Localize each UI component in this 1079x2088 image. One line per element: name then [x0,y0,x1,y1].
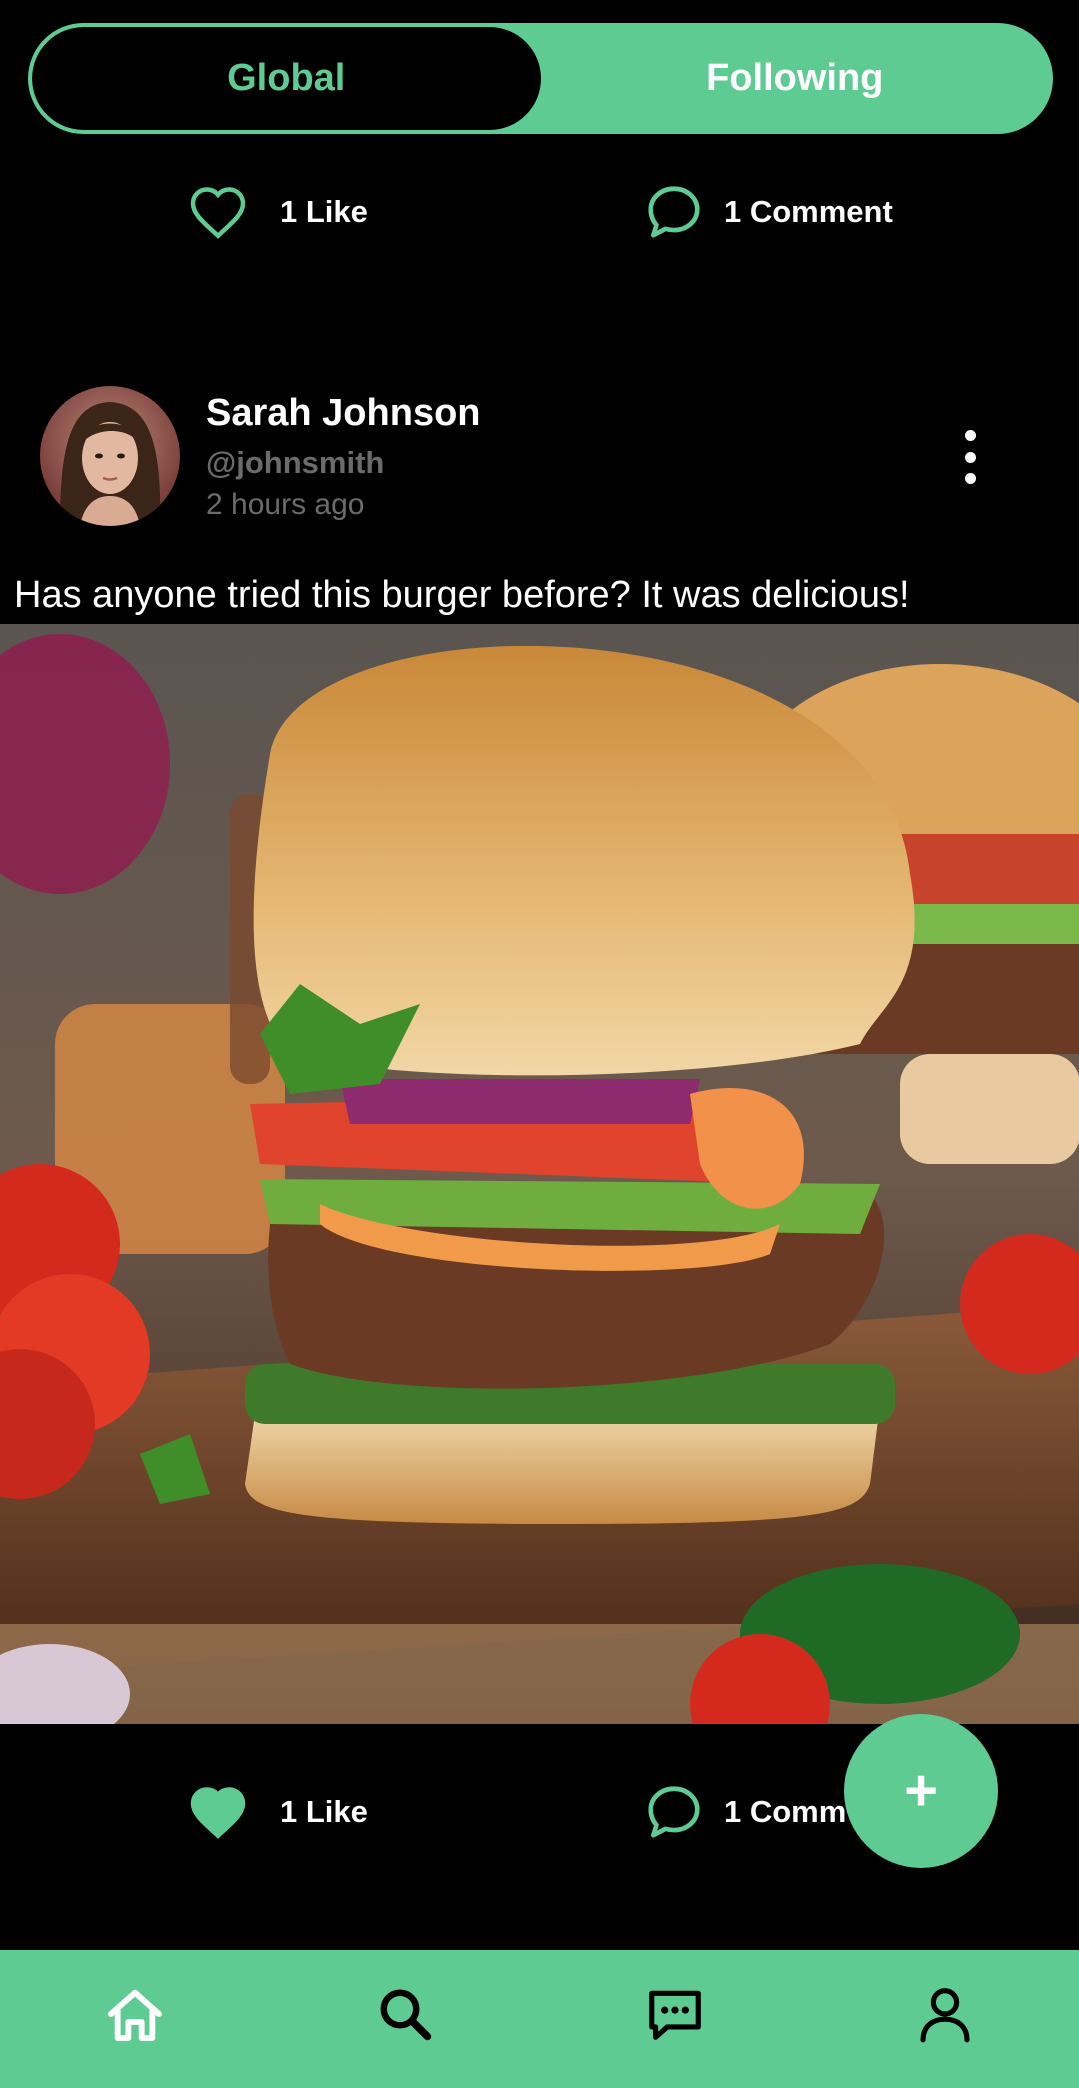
comment-count: 1 Comment [724,194,893,229]
nav-messages[interactable] [635,1974,715,2054]
nav-profile[interactable] [905,1974,985,2054]
dot-icon [964,473,976,484]
nav-search[interactable] [365,1974,445,2054]
dot-icon [964,451,976,463]
author-avatar[interactable] [40,386,180,526]
like-count: 1 Like [280,194,368,229]
heart-filled-icon [186,1780,250,1844]
comment-bubble-icon [642,1780,706,1844]
post-timestamp: 2 hours ago [206,488,365,521]
feed-tab-switch: Global Following [28,23,1053,134]
plus-icon: + [904,1758,938,1823]
chat-icon [649,1990,701,2040]
comment-count: 1 Comm [724,1794,847,1829]
author-name[interactable]: Sarah Johnson [206,392,481,435]
nav-home[interactable] [95,1974,175,2054]
post-caption: Has anyone tried this burger before? It … [14,574,910,616]
like-button[interactable]: 1 Like [186,180,368,244]
dot-icon [964,430,976,441]
comment-button[interactable]: 1 Comm [642,1780,846,1844]
comment-bubble-icon [642,180,706,244]
like-button[interactable]: 1 Like [186,1780,368,1844]
create-post-button[interactable]: + [844,1714,998,1868]
like-count: 1 Like [280,1794,368,1829]
search-icon [380,1989,432,2041]
comment-button[interactable]: 1 Comment [642,180,893,244]
heart-outline-icon [186,180,250,244]
tab-following[interactable]: Following [541,27,1050,130]
home-icon [108,1989,162,2041]
tab-global[interactable]: Global [32,27,541,130]
profile-icon [920,1988,970,2043]
more-options-button[interactable] [950,420,990,494]
author-handle[interactable]: @johnsmith [206,445,384,481]
post-image[interactable] [0,624,1079,1724]
previous-post-actions: 1 Like 1 Comment [0,168,1079,258]
bottom-navigation [0,1950,1079,2088]
